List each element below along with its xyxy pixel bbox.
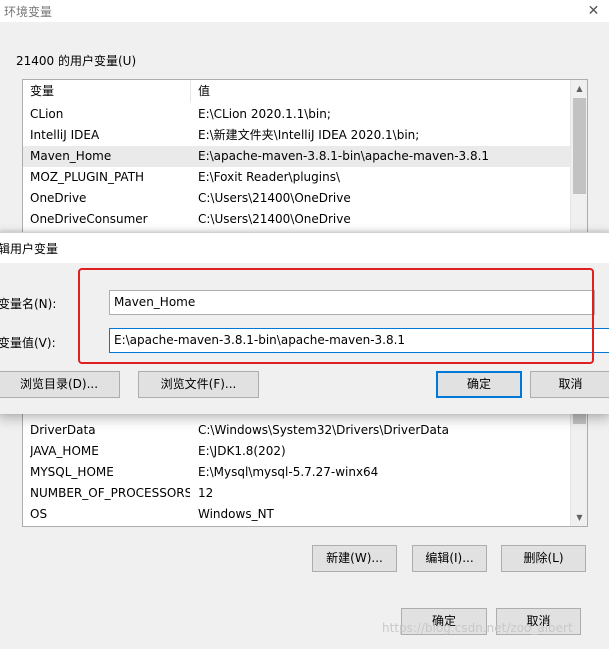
variable-name: NUMBER_OF_PROCESSORS bbox=[30, 486, 190, 500]
watermark: https://blog.csdn.net/zoo_albert bbox=[382, 621, 573, 635]
dialog-ok-button[interactable]: 确定 bbox=[436, 371, 522, 398]
delete-system-variable-button[interactable]: 删除(L) bbox=[501, 545, 586, 572]
variable-value-label: 变量值(V): bbox=[0, 336, 56, 350]
scrollbar-thumb[interactable] bbox=[573, 98, 586, 194]
variable-value: C:\Windows\System32\Drivers\DriverData bbox=[198, 423, 449, 437]
variable-value: C:\Users\21400\OneDrive bbox=[198, 212, 351, 226]
table-row-selected[interactable]: Maven_Home E:\apache-maven-3.8.1-bin\apa… bbox=[23, 146, 571, 167]
variable-name-input[interactable]: Maven_Home bbox=[109, 290, 595, 315]
variable-value: E:\JDK1.8(202) bbox=[198, 444, 286, 458]
variable-name: DriverData bbox=[30, 423, 96, 437]
variable-value: E:\CLion 2020.1.1\bin; bbox=[198, 107, 331, 121]
table-row[interactable]: OneDrive C:\Users\21400\OneDrive bbox=[23, 188, 571, 209]
table-row[interactable]: OneDriveConsumer C:\Users\21400\OneDrive bbox=[23, 209, 571, 230]
variable-name: IntelliJ IDEA bbox=[30, 128, 100, 142]
table-row[interactable]: MOZ_PLUGIN_PATH E:\Foxit Reader\plugins\ bbox=[23, 167, 571, 188]
variable-name: OneDrive bbox=[30, 191, 87, 205]
variable-value: E:\apache-maven-3.8.1-bin\apache-maven-3… bbox=[198, 149, 490, 163]
dialog-title-bar: 辑用户变量 bbox=[0, 233, 609, 263]
variable-value: E:\Foxit Reader\plugins\ bbox=[198, 170, 340, 184]
edit-user-variable-dialog: 辑用户变量 变量名(N): Maven_Home 变量值(V): E:\apac… bbox=[0, 232, 609, 414]
variable-name: OneDriveConsumer bbox=[30, 212, 148, 226]
table-row[interactable]: NUMBER_OF_PROCESSORS 12 bbox=[23, 483, 571, 504]
variable-value-input[interactable]: E:\apache-maven-3.8.1-bin\apache-maven-3… bbox=[109, 328, 609, 353]
user-variables-list[interactable]: 变量 值 CLion E:\CLion 2020.1.1\bin; Intell… bbox=[22, 79, 588, 234]
variable-name: MOZ_PLUGIN_PATH bbox=[30, 170, 145, 184]
table-row[interactable]: JAVA_HOME E:\JDK1.8(202) bbox=[23, 441, 571, 462]
window-title-bar: 环境变量 bbox=[0, 0, 609, 22]
system-variables-list[interactable]: DriverData C:\Windows\System32\Drivers\D… bbox=[22, 405, 588, 527]
variable-name: CLion bbox=[30, 107, 64, 121]
dialog-cancel-button[interactable]: 取消 bbox=[530, 371, 609, 398]
column-header-value[interactable]: 值 bbox=[191, 80, 571, 102]
variable-name: JAVA_HOME bbox=[30, 444, 99, 458]
scroll-down-icon[interactable]: ▼ bbox=[571, 509, 587, 526]
variable-name: MYSQL_HOME bbox=[30, 465, 114, 479]
user-list-scrollbar[interactable]: ▲ bbox=[570, 80, 587, 233]
variable-value: 12 bbox=[198, 486, 214, 500]
table-row[interactable]: MYSQL_HOME E:\Mysql\mysql-5.7.27-winx64 bbox=[23, 462, 571, 483]
close-icon[interactable]: ✕ bbox=[578, 0, 609, 22]
window-title: 环境变量 bbox=[4, 5, 53, 19]
variable-value: E:\Mysql\mysql-5.7.27-winx64 bbox=[198, 465, 379, 479]
system-list-scrollbar[interactable]: ▼ bbox=[570, 406, 587, 526]
table-row[interactable]: IntelliJ IDEA E:\新建文件夹\IntelliJ IDEA 202… bbox=[23, 125, 571, 146]
variable-value: E:\新建文件夹\IntelliJ IDEA 2020.1\bin; bbox=[198, 128, 420, 142]
variable-value: Windows_NT bbox=[198, 507, 274, 521]
new-system-variable-button[interactable]: 新建(W)... bbox=[312, 545, 397, 572]
variable-name: Maven_Home bbox=[30, 149, 112, 163]
variable-value: C:\Users\21400\OneDrive bbox=[198, 191, 351, 205]
edit-system-variable-button[interactable]: 编辑(I)... bbox=[412, 545, 487, 572]
table-row[interactable]: CLion E:\CLion 2020.1.1\bin; bbox=[23, 104, 571, 125]
browse-directory-button[interactable]: 浏览目录(D)... bbox=[0, 371, 120, 398]
variable-name: OS bbox=[30, 507, 48, 521]
table-row[interactable]: DriverData C:\Windows\System32\Drivers\D… bbox=[23, 420, 571, 441]
table-row[interactable]: OS Windows_NT bbox=[23, 504, 571, 525]
user-variables-group-label: 21400 的用户变量(U) bbox=[16, 54, 137, 68]
dialog-title: 辑用户变量 bbox=[0, 242, 59, 256]
variable-name-label: 变量名(N): bbox=[0, 297, 57, 311]
scroll-up-icon[interactable]: ▲ bbox=[571, 80, 587, 97]
browse-file-button[interactable]: 浏览文件(F)... bbox=[138, 371, 259, 398]
column-header-variable[interactable]: 变量 bbox=[23, 80, 191, 102]
